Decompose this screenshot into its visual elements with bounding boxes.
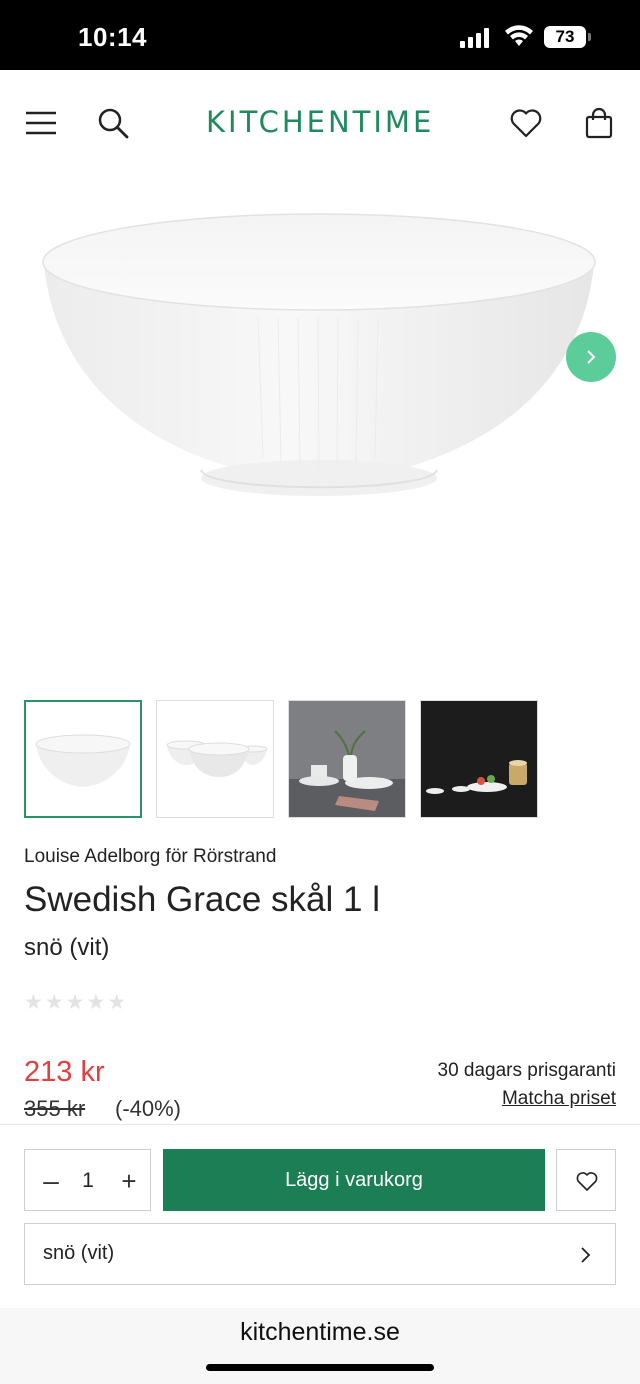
thumb-bowl-single[interactable] [24, 700, 142, 818]
wishlist-button[interactable] [556, 1149, 616, 1211]
product-title: Swedish Grace skål 1 l [24, 880, 380, 919]
thumb-image [35, 734, 131, 787]
price-guarantee-text: 30 dagars prisgaranti [437, 1060, 617, 1081]
star-icon: ★ [24, 991, 43, 1014]
cellular-signal-icon [460, 28, 489, 48]
product-brand[interactable]: Louise Adelborg för Rörstrand [24, 846, 276, 868]
star-icon: ★ [44, 991, 64, 1014]
sale-price: 213 kr [24, 1056, 105, 1088]
product-image-carousel[interactable] [0, 174, 640, 674]
wifi-icon [505, 25, 533, 46]
browser-address-bar[interactable]: kitchentime.se [0, 1308, 640, 1384]
increase-quantity-button[interactable]: + [115, 1164, 143, 1198]
star-icon: ★ [86, 991, 106, 1014]
heart-icon [576, 1172, 598, 1191]
product-image [42, 213, 596, 496]
star-icon: ★ [107, 991, 127, 1014]
original-price: 355 kr [24, 1096, 86, 1121]
site-header: KITCHENTIME [0, 70, 640, 174]
quantity-value[interactable]: 1 [73, 1164, 103, 1198]
battery-icon: 73 [544, 26, 592, 48]
thumb-table-setting[interactable] [288, 700, 406, 818]
thumb-image [421, 701, 537, 817]
star-icon: ★ [65, 991, 85, 1014]
thumb-dark-setting[interactable] [420, 700, 538, 818]
search-icon[interactable] [96, 106, 130, 140]
add-to-cart-bar: – 1 + Lägg i varukorg snö (vit) [0, 1124, 640, 1308]
thumb-bowl-set[interactable] [156, 700, 274, 818]
quantity-stepper: – 1 + [24, 1149, 151, 1211]
thumb-image [166, 740, 268, 777]
menu-icon[interactable] [24, 106, 58, 140]
decrease-quantity-button[interactable]: – [37, 1164, 65, 1198]
variant-selector[interactable]: snö (vit) [24, 1223, 616, 1285]
heart-icon[interactable] [509, 106, 543, 140]
rating-stars[interactable]: ★★★★★ [24, 990, 128, 1014]
thumbnail-strip [24, 700, 624, 820]
product-variant: snö (vit) [24, 934, 110, 961]
variant-selector-label: snö (vit) [43, 1242, 115, 1264]
thumb-image [289, 701, 405, 817]
home-indicator[interactable] [206, 1364, 434, 1371]
chevron-right-icon [581, 1247, 591, 1263]
match-price-link[interactable]: Matcha priset [502, 1088, 616, 1110]
status-bar: 10:14 73 [0, 0, 640, 70]
address-url[interactable]: kitchentime.se [0, 1318, 640, 1347]
battery-level: 73 [544, 26, 586, 48]
status-time: 10:14 [78, 22, 147, 52]
kitchentime-logo[interactable]: KITCHENTIME [206, 106, 434, 138]
shopping-bag-icon[interactable] [582, 106, 616, 140]
chevron-right-icon [587, 350, 596, 364]
add-to-cart-button[interactable]: Lägg i varukorg [163, 1149, 545, 1211]
discount-percent: (-40%) [115, 1096, 182, 1121]
next-image-button[interactable] [566, 332, 616, 382]
